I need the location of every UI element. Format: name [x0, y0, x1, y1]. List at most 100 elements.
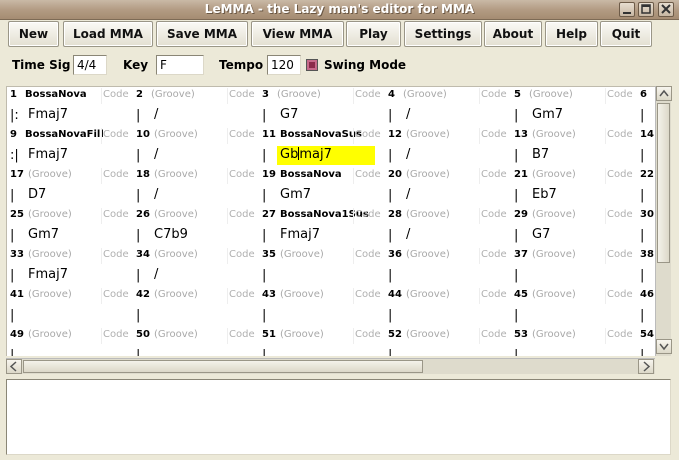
load-mma-button[interactable]: Load MMA: [63, 21, 153, 47]
chord-input[interactable]: /: [403, 226, 501, 245]
chord-input[interactable]: Fmaj7: [25, 106, 123, 125]
bar-number: 22: [640, 169, 654, 180]
code-button[interactable]: Code: [227, 128, 255, 144]
code-button[interactable]: Code: [227, 248, 255, 264]
code-button[interactable]: Code: [101, 128, 129, 144]
horizontal-scroll-thumb[interactable]: [23, 360, 423, 373]
code-button[interactable]: Code: [479, 288, 507, 304]
code-button[interactable]: Code: [227, 88, 255, 104]
chord-input[interactable]: [403, 306, 501, 325]
code-button[interactable]: Code: [227, 208, 255, 224]
code-button[interactable]: Code: [479, 248, 507, 264]
code-button[interactable]: Code: [101, 208, 129, 224]
close-icon: [661, 4, 671, 14]
code-button[interactable]: Code: [605, 168, 633, 184]
swing-mode-checkbox[interactable]: [306, 59, 318, 71]
chord-input[interactable]: D7: [25, 186, 123, 205]
code-button[interactable]: Code: [353, 248, 381, 264]
chord-input[interactable]: Eb7: [529, 186, 627, 205]
code-button[interactable]: Code: [479, 88, 507, 104]
about-button[interactable]: About: [484, 21, 542, 47]
chord-input[interactable]: Gm7: [25, 226, 123, 245]
chord-input[interactable]: /: [151, 146, 249, 165]
chord-input[interactable]: /: [403, 146, 501, 165]
chord-input[interactable]: /: [151, 186, 249, 205]
chord-input[interactable]: [277, 346, 375, 356]
chord-input[interactable]: G7: [277, 106, 375, 125]
chord-input[interactable]: Fmaj7: [25, 146, 123, 165]
play-button[interactable]: Play: [346, 21, 401, 47]
scroll-down-button[interactable]: [656, 339, 672, 354]
code-button[interactable]: Code: [605, 288, 633, 304]
chord-input[interactable]: [529, 306, 627, 325]
settings-button[interactable]: Settings: [404, 21, 482, 47]
code-button[interactable]: Code: [101, 248, 129, 264]
code-button[interactable]: Code: [605, 248, 633, 264]
chord-input[interactable]: [403, 346, 501, 356]
vertical-scroll-thumb[interactable]: [657, 103, 670, 263]
code-button[interactable]: Code: [479, 168, 507, 184]
key-input[interactable]: F: [156, 55, 204, 75]
bar-cell: 51 (Groove) Code |: [259, 327, 385, 356]
chord-input[interactable]: C7b9: [151, 226, 249, 245]
code-button[interactable]: Code: [101, 168, 129, 184]
chord-input[interactable]: /: [151, 106, 249, 125]
chord-input[interactable]: [277, 306, 375, 325]
chord-input[interactable]: Gm7: [529, 106, 627, 125]
code-button[interactable]: Code: [479, 208, 507, 224]
code-button[interactable]: Code: [101, 328, 129, 344]
close-button[interactable]: [658, 2, 674, 17]
chord-input[interactable]: [403, 266, 501, 285]
help-button[interactable]: Help: [545, 21, 598, 47]
chord-input[interactable]: [25, 306, 123, 325]
code-button[interactable]: Code: [605, 208, 633, 224]
code-button[interactable]: Code: [605, 88, 633, 104]
code-button[interactable]: Code: [479, 328, 507, 344]
code-button[interactable]: Code: [479, 128, 507, 144]
code-button[interactable]: Code: [605, 128, 633, 144]
code-button[interactable]: Code: [227, 288, 255, 304]
save-mma-button[interactable]: Save MMA: [156, 21, 248, 47]
chord-input[interactable]: Fmaj7: [25, 266, 123, 285]
scroll-up-button[interactable]: [656, 86, 672, 101]
maximize-button[interactable]: [638, 2, 654, 17]
chord-input[interactable]: /: [403, 106, 501, 125]
quit-button[interactable]: Quit: [600, 21, 652, 47]
chord-input[interactable]: /: [403, 186, 501, 205]
chord-input[interactable]: [151, 346, 249, 356]
chord-input[interactable]: [151, 306, 249, 325]
code-button[interactable]: Code: [605, 328, 633, 344]
chord-input[interactable]: [529, 346, 627, 356]
chord-input[interactable]: B7: [529, 146, 627, 165]
code-button[interactable]: Code: [353, 88, 381, 104]
code-button[interactable]: Code: [353, 328, 381, 344]
code-button[interactable]: Code: [353, 128, 381, 144]
bar-cell: 1 BossaNova Code |: Fmaj7: [7, 87, 133, 127]
code-button[interactable]: Code: [353, 208, 381, 224]
code-button[interactable]: Code: [353, 288, 381, 304]
code-button[interactable]: Code: [101, 288, 129, 304]
tempo-input[interactable]: 120: [267, 55, 301, 75]
minimize-button[interactable]: [619, 2, 635, 17]
chord-input[interactable]: [25, 346, 123, 356]
timesig-input[interactable]: 4/4: [73, 55, 107, 75]
code-button[interactable]: Code: [353, 168, 381, 184]
chord-input[interactable]: G7: [529, 226, 627, 245]
chord-input[interactable]: [529, 266, 627, 285]
chord-input[interactable]: Gm7: [277, 186, 375, 205]
output-text-area[interactable]: [6, 379, 671, 455]
code-button[interactable]: Code: [227, 328, 255, 344]
new-button[interactable]: New: [8, 21, 59, 47]
scroll-right-button[interactable]: [638, 359, 654, 374]
chord-input[interactable]: /: [151, 266, 249, 285]
chord-input[interactable]: [277, 266, 375, 285]
code-button[interactable]: Code: [101, 88, 129, 104]
chord-input[interactable]: Fmaj7: [277, 226, 375, 245]
horizontal-scrollbar[interactable]: [6, 358, 655, 374]
vertical-scrollbar[interactable]: [655, 86, 672, 356]
scroll-left-button[interactable]: [6, 359, 22, 374]
chord-input-active[interactable]: Gbmaj7: [277, 146, 375, 165]
view-mma-button[interactable]: View MMA: [251, 21, 344, 47]
arrow-down-icon: [659, 343, 669, 351]
code-button[interactable]: Code: [227, 168, 255, 184]
